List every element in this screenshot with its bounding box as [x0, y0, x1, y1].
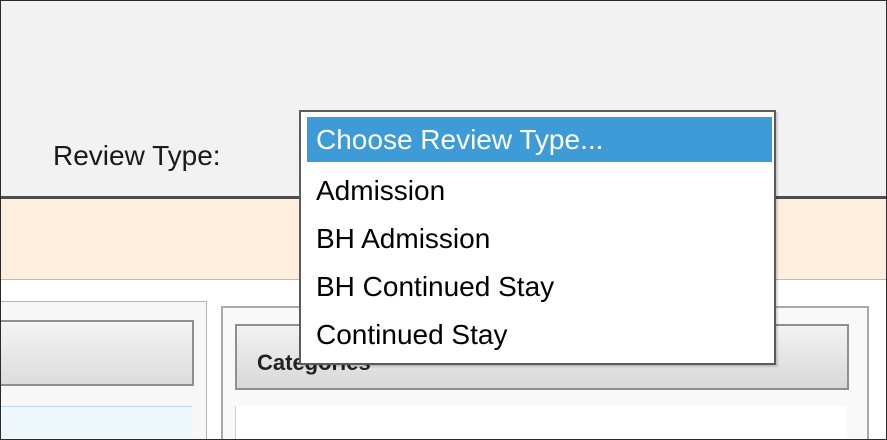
- dropdown-option-choose-review-type[interactable]: Choose Review Type...: [307, 117, 772, 162]
- dropdown-option-bh-admission[interactable]: BH Admission: [307, 216, 772, 261]
- review-type-label: Review Type:: [53, 140, 221, 171]
- review-type-dropdown[interactable]: Choose Review Type... Admission BH Admis…: [299, 110, 776, 365]
- left-panel-body: [1, 406, 192, 439]
- categories-list: [235, 406, 846, 439]
- left-panel: [1, 301, 207, 439]
- left-panel-header[interactable]: [1, 320, 194, 386]
- dropdown-option-bh-continued-stay[interactable]: BH Continued Stay: [307, 264, 772, 309]
- app-window: Review Type: Categories Choose Review Ty…: [0, 0, 887, 440]
- dropdown-option-continued-stay[interactable]: Continued Stay: [307, 312, 772, 357]
- dropdown-option-admission[interactable]: Admission: [307, 168, 772, 213]
